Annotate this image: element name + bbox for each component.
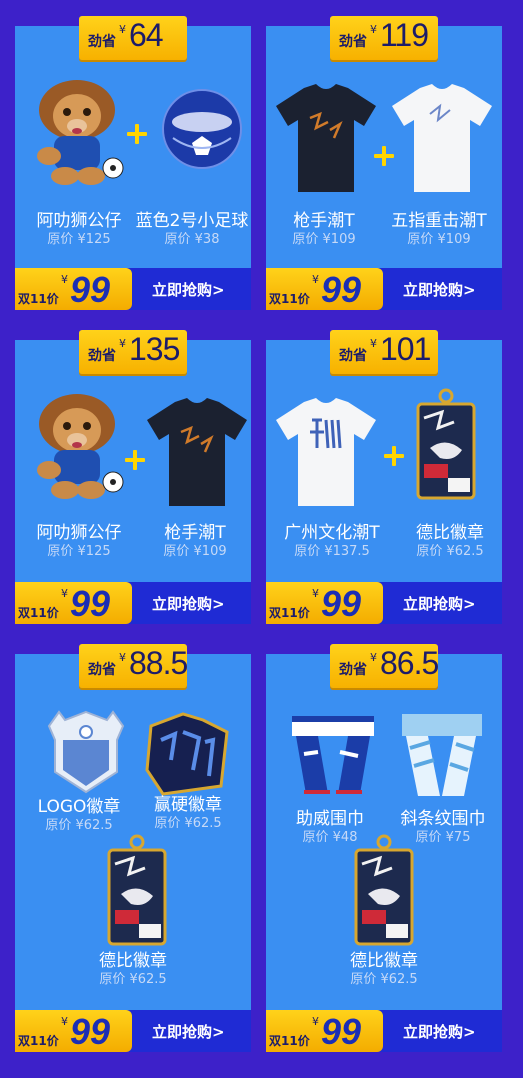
cheer-scarf-image <box>292 716 374 794</box>
buy-now-button[interactable]: 立即抢购> <box>152 1021 225 1042</box>
save-currency: ¥ <box>119 23 126 36</box>
bundle-card-6[interactable]: 劲省 ¥ 86.5 助威围巾 原价 ¥48 斜条纹围巾 原价 ¥75 德比徽章 … <box>266 644 502 1052</box>
price-currency: ¥ <box>312 273 319 286</box>
derby-badge-image <box>354 834 414 946</box>
sale-price: 99 <box>70 583 111 624</box>
sale-price: 99 <box>321 583 362 624</box>
save-currency: ¥ <box>119 651 126 664</box>
sale-price-box: 双11价 ¥ 99 <box>15 1010 132 1052</box>
original-price: 原价 ¥109 <box>407 232 471 247</box>
winner-badge-image <box>145 712 229 796</box>
buy-now-button[interactable]: 立即抢购> <box>152 279 225 300</box>
save-currency: ¥ <box>370 23 377 36</box>
save-amount: 88.5 <box>129 645 188 681</box>
save-prefix: 劲省 <box>339 34 367 50</box>
sale-price: 99 <box>321 1011 362 1052</box>
purchase-bar: 双11价 ¥ 99 立即抢购> <box>266 582 502 624</box>
sale-price-box: 双11价 ¥ 99 <box>15 582 132 624</box>
savings-tag: 劲省 ¥ 119 <box>330 16 438 60</box>
sale-price-box: 双11价 ¥ 99 <box>266 268 383 310</box>
sale-price: 99 <box>70 269 111 310</box>
savings-tag: 劲省 ¥ 64 <box>79 16 187 60</box>
black-tshirt-image <box>276 84 376 192</box>
blue-soccer-ball-image <box>162 89 242 169</box>
price-currency: ¥ <box>312 1015 319 1028</box>
purchase-bar: 双11价 ¥ 99 立即抢购> <box>15 1010 251 1052</box>
price-currency: ¥ <box>61 1015 68 1028</box>
savings-tag: 劲省 ¥ 135 <box>79 330 187 374</box>
lion-plush-image <box>37 80 124 185</box>
savings-tag: 劲省 ¥ 101 <box>330 330 438 374</box>
derby-badge-image <box>107 834 167 946</box>
price-label: 双11价 <box>269 1034 310 1048</box>
original-price: 原价 ¥125 <box>47 544 111 559</box>
save-prefix: 劲省 <box>339 348 367 364</box>
derby-badge-image <box>416 388 476 500</box>
price-label: 双11价 <box>269 606 310 620</box>
price-label: 双11价 <box>18 1034 59 1048</box>
plus-icon <box>384 446 404 466</box>
original-price: 原价 ¥137.5 <box>294 544 370 559</box>
bundle-card-3[interactable]: 劲省 ¥ 135 阿叻狮公仔 原价 ¥125 枪手潮T 原价 ¥109 双11价… <box>15 330 251 624</box>
save-prefix: 劲省 <box>339 662 367 678</box>
save-prefix: 劲省 <box>88 662 116 678</box>
stripe-scarf-image <box>402 714 482 796</box>
price-label: 双11价 <box>269 292 310 306</box>
save-amount: 135 <box>129 331 180 367</box>
price-label: 双11价 <box>18 292 59 306</box>
purchase-bar: 双11价 ¥ 99 立即抢购> <box>15 268 251 310</box>
buy-now-button[interactable]: 立即抢购> <box>403 279 476 300</box>
price-currency: ¥ <box>312 587 319 600</box>
savings-tag: 劲省 ¥ 86.5 <box>330 644 439 688</box>
bundle-card-1[interactable]: 劲省 ¥ 64 阿叻狮公仔 原价 ¥125 蓝色2号小足球 原价 ¥38 双11… <box>15 16 251 310</box>
bundle-card-4[interactable]: 劲省 ¥ 101 广州文化潮T 原价 ¥137.5 德比徽章 原价 ¥62.5 … <box>266 330 502 624</box>
original-price: 原价 ¥38 <box>164 232 220 247</box>
save-prefix: 劲省 <box>88 34 116 50</box>
lion-plush-image <box>37 394 124 499</box>
culture-tshirt-image <box>276 398 376 506</box>
plus-icon <box>125 450 145 470</box>
original-price: 原价 ¥62.5 <box>154 816 222 831</box>
bundle-card-5[interactable]: 劲省 ¥ 88.5 LOGO徽章 原价 ¥62.5 赢硬徽章 原价 ¥62.5 … <box>15 644 251 1052</box>
white-tshirt-image <box>392 84 492 192</box>
original-price: 原价 ¥62.5 <box>416 544 484 559</box>
buy-now-button[interactable]: 立即抢购> <box>403 1021 476 1042</box>
sale-price-box: 双11价 ¥ 99 <box>266 1010 383 1052</box>
sale-price-box: 双11价 ¥ 99 <box>266 582 383 624</box>
purchase-bar: 双11价 ¥ 99 立即抢购> <box>266 1010 502 1052</box>
save-prefix: 劲省 <box>88 348 116 364</box>
original-price: 原价 ¥62.5 <box>45 818 113 833</box>
original-price: 原价 ¥109 <box>163 544 227 559</box>
savings-tag: 劲省 ¥ 88.5 <box>79 644 188 688</box>
plus-icon <box>127 124 147 144</box>
save-amount: 101 <box>380 331 431 367</box>
sale-price: 99 <box>321 269 362 310</box>
save-amount: 64 <box>129 17 164 53</box>
buy-now-button[interactable]: 立即抢购> <box>403 593 476 614</box>
save-amount: 86.5 <box>380 645 439 681</box>
sale-price-box: 双11价 ¥ 99 <box>15 268 132 310</box>
original-price: 原价 ¥125 <box>47 232 111 247</box>
black-tshirt-image <box>147 398 247 506</box>
original-price: 原价 ¥109 <box>292 232 356 247</box>
price-currency: ¥ <box>61 273 68 286</box>
purchase-bar: 双11价 ¥ 99 立即抢购> <box>266 268 502 310</box>
save-currency: ¥ <box>370 651 377 664</box>
save-currency: ¥ <box>119 337 126 350</box>
original-price: 原价 ¥62.5 <box>350 972 418 987</box>
sale-price: 99 <box>70 1011 111 1052</box>
logo-badge-image <box>47 710 125 794</box>
original-price: 原价 ¥62.5 <box>99 972 167 987</box>
price-label: 双11价 <box>18 606 59 620</box>
save-currency: ¥ <box>370 337 377 350</box>
buy-now-button[interactable]: 立即抢购> <box>152 593 225 614</box>
price-currency: ¥ <box>61 587 68 600</box>
save-amount: 119 <box>380 17 429 53</box>
purchase-bar: 双11价 ¥ 99 立即抢购> <box>15 582 251 624</box>
bundle-card-2[interactable]: 劲省 ¥ 119 枪手潮T 原价 ¥109 五指重击潮T 原价 ¥109 双11… <box>266 16 502 310</box>
